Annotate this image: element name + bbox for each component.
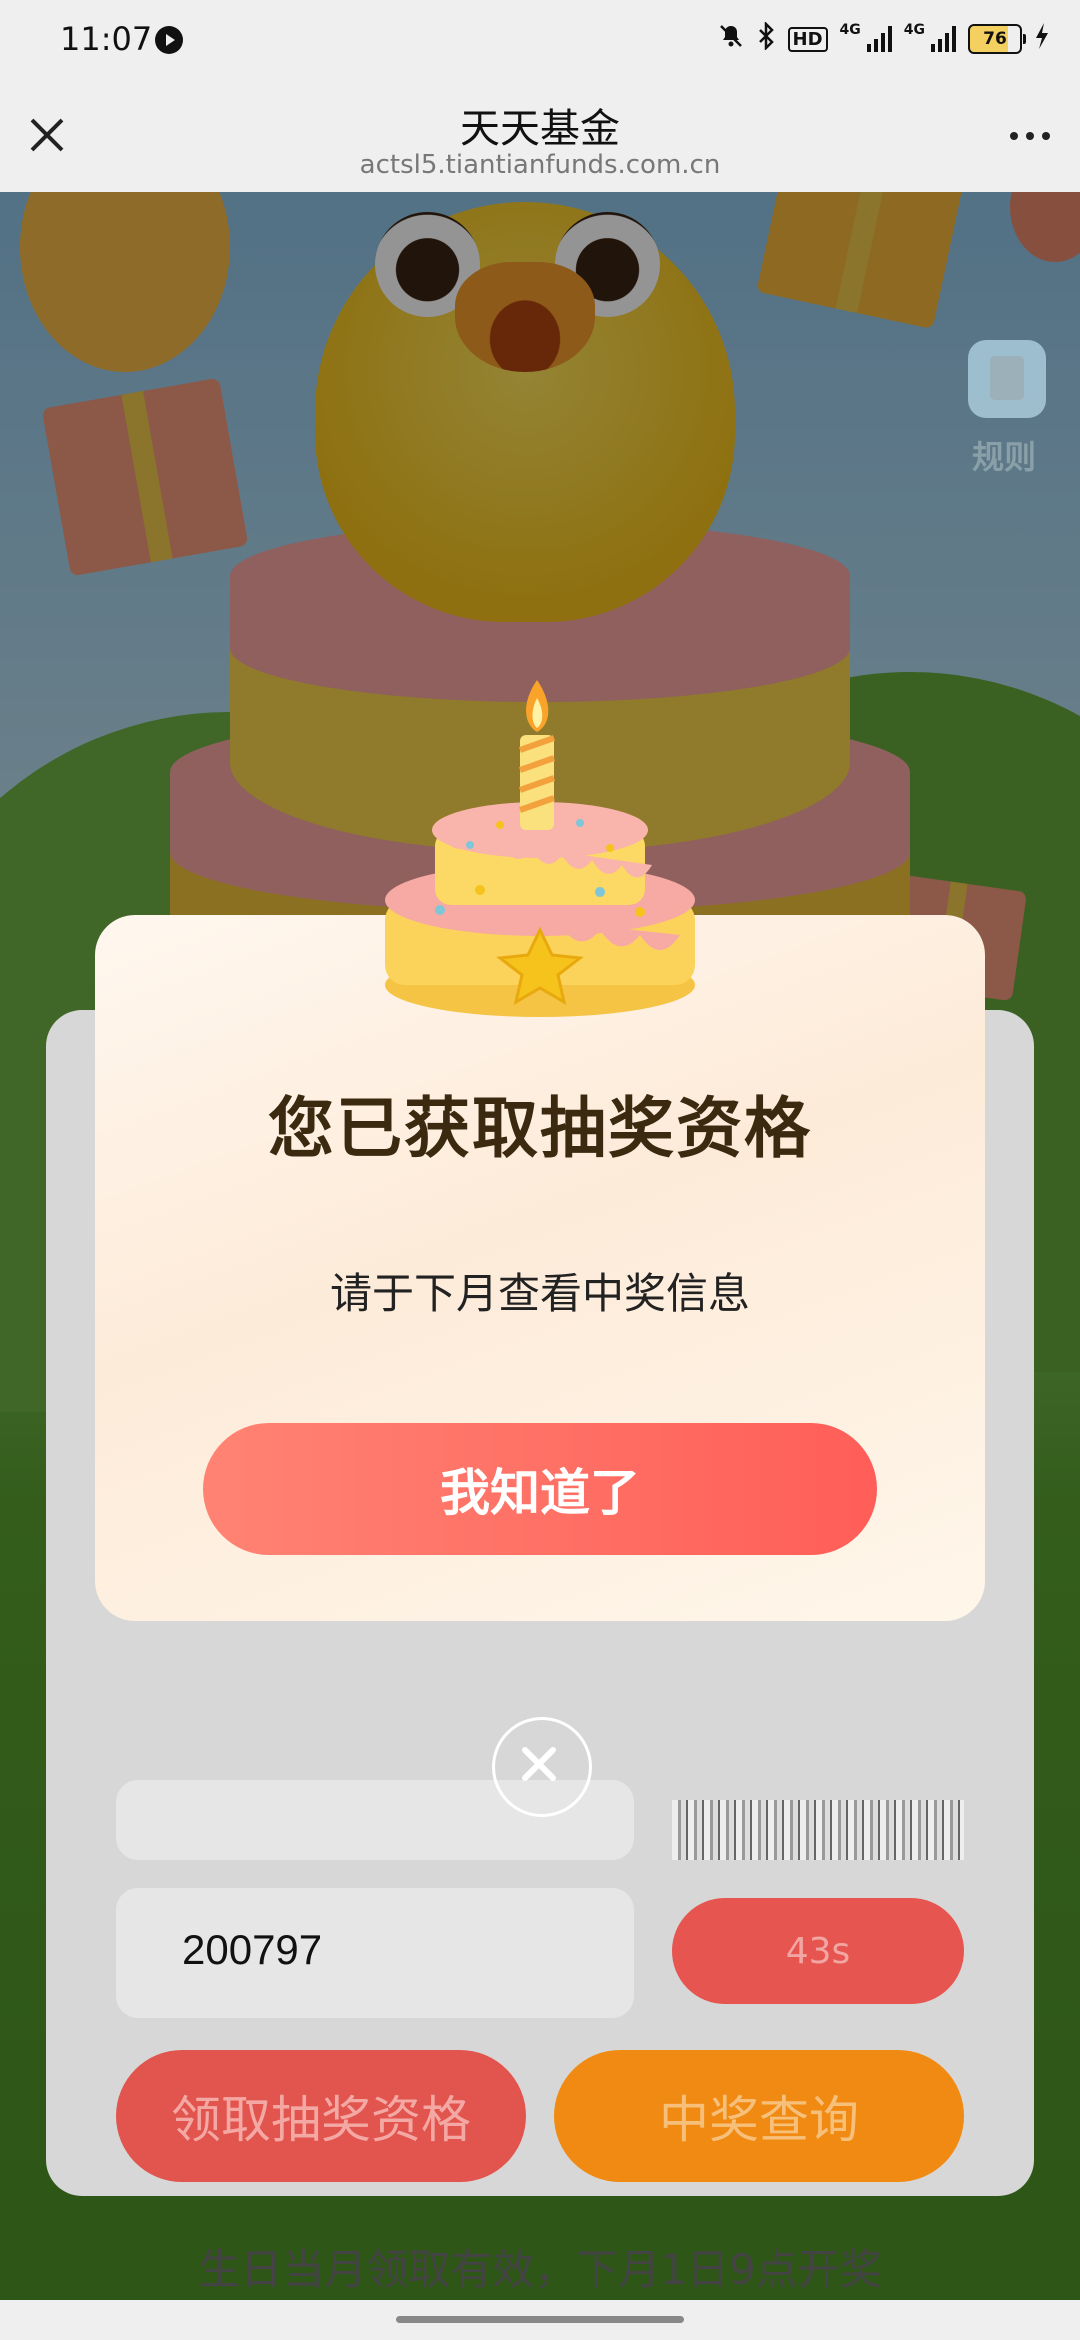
page-title: 天天基金 [460,106,620,152]
close-icon [522,1747,556,1781]
hd-voice-icon: HD [787,26,828,52]
bluetooth-icon [756,20,776,56]
captcha-image[interactable] [672,1800,964,1860]
resend-countdown-button[interactable]: 43s [672,1898,964,2004]
verification-code-input[interactable]: 200797 [116,1888,634,2018]
signal-icon-2 [931,26,956,52]
home-gesture-handle[interactable] [396,2316,684,2323]
status-icons: HD 4G 4G 76 [718,20,1050,56]
dialog-description: 请于下月查看中奖信息 [329,1269,750,1318]
prize-query-button[interactable]: 中奖查询 [554,2050,964,2182]
browser-header: 天天基金 actsl5.tiantianfunds.com.cn [0,80,1080,192]
battery-icon: 76 [968,24,1026,54]
claim-lottery-button[interactable]: 领取抽奖资格 [116,2050,526,2182]
charging-icon [1034,22,1050,56]
navigation-bar [0,2300,1080,2340]
media-playing-icon [155,26,183,54]
status-bar: 11:07 HD 4G 4G 76 [0,0,1080,80]
dialog-close-button[interactable] [492,1717,592,1817]
page-url: actsl5.tiantianfunds.com.cn [359,150,721,180]
network-type-label-2: 4G [903,22,925,38]
rules-icon[interactable] [968,340,1046,418]
mute-icon [718,23,744,55]
lottery-qualification-dialog: 您已获取抽奖资格 请于下月查看中奖信息 我知道了 [95,915,985,1621]
more-options-icon[interactable] [1010,132,1050,140]
status-time: 11:07 [60,20,153,58]
acknowledge-button[interactable]: 我知道了 [203,1423,877,1555]
verification-code-value: 200797 [182,1926,323,1973]
network-type-label: 4G [839,22,861,38]
dialog-title: 您已获取抽奖资格 [268,1090,812,1167]
birthday-cake-icon [385,680,695,1017]
signal-icon [866,26,892,52]
lottery-note: 生日当月领取有效，下月1日9点开奖 [198,2245,882,2294]
rules-label[interactable]: 规则 [972,432,1036,478]
